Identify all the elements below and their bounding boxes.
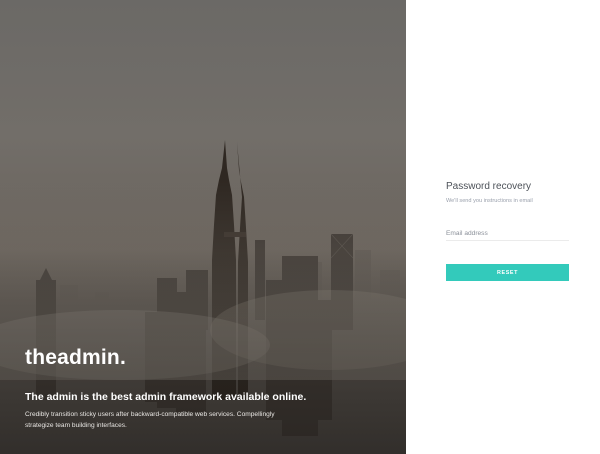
page-title: Password recovery: [446, 181, 532, 192]
brand-logo: theadmin.: [25, 346, 126, 369]
reset-button[interactable]: RESET: [446, 264, 569, 281]
hero-panel: theadmin. The admin is the best admin fr…: [0, 0, 406, 454]
hero-description: Credibly transition sticky users after b…: [25, 411, 275, 429]
hero-tagline: The admin is the best admin framework av…: [25, 391, 307, 403]
page-subtitle: We'll send you instructions in email: [446, 198, 533, 204]
hero-overlay: [0, 0, 406, 454]
email-field[interactable]: [446, 226, 569, 241]
recovery-panel: Password recovery We'll send you instruc…: [406, 0, 600, 454]
